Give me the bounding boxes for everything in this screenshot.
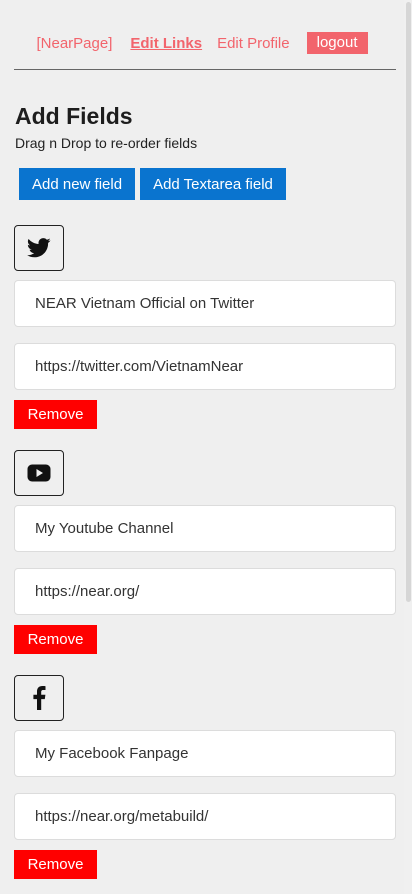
nav-edit-links-link[interactable]: Edit Links [130,35,202,52]
link-url-input[interactable]: https://twitter.com/VietnamNear [14,343,396,390]
page-subtitle: Drag n Drop to re-order fields [15,135,198,151]
link-field-item[interactable]: My Facebook Fanpage https://near.org/met… [14,675,396,879]
add-new-field-button[interactable]: Add new field [19,168,136,200]
link-title-input[interactable]: My Youtube Channel [14,505,396,552]
remove-field-button[interactable]: Remove [14,625,97,654]
twitter-icon [27,238,51,258]
link-field-item[interactable]: NEAR Vietnam Official on Twitter https:/… [14,225,396,429]
remove-field-button[interactable]: Remove [14,850,97,879]
logout-button[interactable]: logout [306,32,368,54]
vertical-scrollbar[interactable] [404,0,412,894]
link-title-input[interactable]: NEAR Vietnam Official on Twitter [14,280,396,327]
icon-picker-button[interactable] [14,675,64,721]
add-textarea-field-button[interactable]: Add Textarea field [140,168,286,200]
link-title-input[interactable]: My Facebook Fanpage [14,730,396,777]
remove-field-button[interactable]: Remove [14,400,97,429]
facebook-icon [33,686,46,710]
divider [14,69,396,70]
nav-home-link[interactable]: [NearPage] [37,35,113,52]
nav-edit-profile-link[interactable]: Edit Profile [217,35,290,52]
link-field-item[interactable]: My Youtube Channel https://near.org/ Rem… [14,450,396,654]
top-nav: [NearPage] Edit Links Edit Profile logou… [0,32,404,54]
scrollbar-thumb[interactable] [406,2,411,602]
page-title: Add Fields [15,103,133,129]
action-buttons: Add new field Add Textarea field [19,168,286,200]
link-url-input[interactable]: https://near.org/metabuild/ [14,793,396,840]
page: [NearPage] Edit Links Edit Profile logou… [0,0,412,894]
icon-picker-button[interactable] [14,450,64,496]
youtube-icon [27,464,51,482]
icon-picker-button[interactable] [14,225,64,271]
link-url-input[interactable]: https://near.org/ [14,568,396,615]
